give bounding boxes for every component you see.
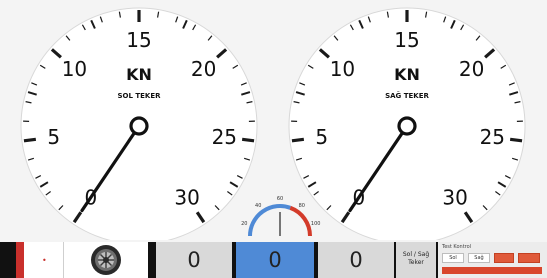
- speed-tick-label: 100: [311, 221, 321, 227]
- gauge-major-tick: [23, 137, 37, 143]
- speed-tick-label: 20: [241, 221, 247, 227]
- gauge-unit: KN: [126, 65, 152, 84]
- control-panel: Test Kontrol Sol Sağ: [438, 242, 547, 278]
- status-strip: [16, 242, 24, 278]
- gauge-scale-label: 5: [47, 125, 60, 149]
- gauge-label: SOL TEKER: [117, 92, 161, 100]
- speed-tick-label: 60: [277, 196, 283, 202]
- wheel-select-line1: Sol / Sağ: [402, 251, 430, 258]
- readout-right: 0: [318, 242, 394, 278]
- control-button-stop[interactable]: [518, 253, 540, 263]
- gauge-major-tick: [241, 137, 255, 143]
- speed-arc-red: [289, 205, 312, 237]
- gauge-major-tick: [291, 137, 305, 143]
- brand-logo: [246, 6, 296, 18]
- speed-arc-blue: [248, 204, 291, 237]
- indicator-dot: •: [42, 256, 47, 265]
- gauge-scale-label: 25: [212, 125, 237, 149]
- wheel-button[interactable]: [64, 242, 148, 278]
- control-button-start[interactable]: [494, 253, 514, 263]
- readout-left: 0: [156, 242, 232, 278]
- readout-center: 0: [236, 242, 314, 278]
- gauge-scale-label: 10: [330, 57, 355, 81]
- gauge-hub: [129, 116, 149, 136]
- gauge-label: SAĞ TEKER: [385, 91, 429, 100]
- gauge-scale-label: 30: [174, 185, 199, 209]
- control-panel-title: Test Kontrol: [442, 244, 472, 250]
- gauge-hub: [397, 116, 417, 136]
- gauge-scale-label: 15: [394, 28, 419, 52]
- speed-tick-label: 40: [255, 203, 261, 209]
- gauge-major-tick: [509, 137, 523, 143]
- wheel-icon: [91, 245, 121, 275]
- gauge-scale-label: 25: [480, 125, 505, 149]
- control-button-right[interactable]: Sağ: [468, 253, 490, 263]
- wheel-select-line2: Teker: [408, 259, 424, 266]
- gauge-scale-label: 20: [191, 57, 216, 81]
- speed-indicator: 20 40 60 80 100: [241, 196, 321, 237]
- gauge-scale-label: 20: [459, 57, 484, 81]
- gauge-scale-label: 5: [315, 125, 328, 149]
- gauge-scale-label: 30: [442, 185, 467, 209]
- brake-test-screen: 0 5 10 15 20 25 30 KN SOL TEKER 0 5 10 15 20 25 30 KN SA…: [0, 0, 547, 278]
- bottom-toolbar: • 0 0 0 Sol / Sağ Teker Test Kontrol Sol…: [0, 242, 547, 278]
- gauge-scale-label: 15: [126, 28, 151, 52]
- speed-tick-label: 80: [299, 203, 305, 209]
- indicator-cell[interactable]: •: [24, 242, 64, 278]
- control-status-bar: [442, 267, 542, 274]
- wheel-select-button[interactable]: Sol / Sağ Teker: [396, 242, 436, 278]
- gauge-scale-label: 10: [62, 57, 87, 81]
- gauge-unit: KN: [394, 65, 420, 84]
- control-button-left[interactable]: Sol: [442, 253, 464, 263]
